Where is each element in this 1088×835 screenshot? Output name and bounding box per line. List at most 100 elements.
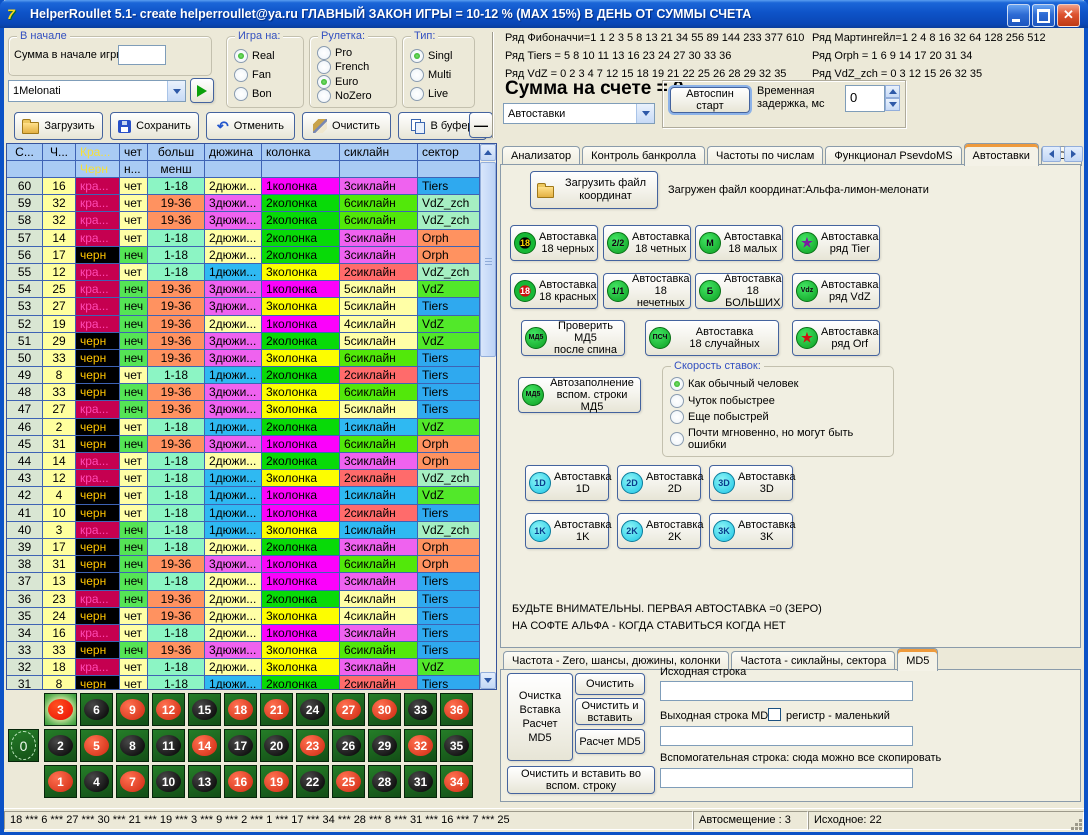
roulette-cell-16[interactable]: 16	[224, 765, 257, 798]
table-row[interactable]: 3917черннеч1-182дюжи...2колонка3сиклайнO…	[7, 539, 480, 556]
roulette-cell-32[interactable]: 32	[404, 729, 437, 762]
radio-euro[interactable]: Euro	[317, 75, 392, 89]
roulette-cell-17[interactable]: 17	[224, 729, 257, 762]
roulette-cell-14[interactable]: 14	[188, 729, 221, 762]
chevron-down-icon[interactable]	[636, 104, 654, 123]
roulette-cell-22[interactable]: 22	[296, 765, 329, 798]
roulette-cell-15[interactable]: 15	[188, 693, 221, 726]
table-row[interactable]: 3831черннеч19-363дюжи...1колонка6сиклайн…	[7, 556, 480, 573]
roulette-cell-35[interactable]: 35	[440, 729, 473, 762]
roulette-cell-21[interactable]: 21	[260, 693, 293, 726]
tab-контроль-банкролла[interactable]: Контроль банкролла	[582, 146, 705, 166]
radio-как-обычный-человек[interactable]: Как обычный человек	[670, 377, 889, 391]
stake-button-autostake-2d[interactable]: 2DАвтоставка2D	[617, 465, 701, 501]
roulette-cell-3[interactable]: 3	[44, 693, 77, 726]
roulette-cell-36[interactable]: 36	[440, 693, 473, 726]
stake-button-autostake-row-vdz[interactable]: VdzАвтоставкаряд VdZ	[792, 273, 880, 309]
roulette-cell-26[interactable]: 26	[332, 729, 365, 762]
roulette-cell-10[interactable]: 10	[152, 765, 185, 798]
spin-up-button[interactable]	[885, 85, 900, 98]
file-button-save[interactable]: Сохранить	[110, 112, 199, 140]
chevron-down-icon[interactable]	[167, 81, 185, 101]
start-sum-input[interactable]	[118, 45, 166, 65]
roulette-cell-18[interactable]: 18	[224, 693, 257, 726]
play-button[interactable]	[190, 78, 214, 103]
file-button-undo[interactable]: ↶Отменить	[206, 112, 295, 140]
stake-button-autostake-1d[interactable]: 1DАвтоставка1D	[525, 465, 609, 501]
roulette-cell-5[interactable]: 5	[80, 729, 113, 762]
clear-and-paste-button[interactable]: Очистить и вставить	[575, 698, 645, 725]
table-row[interactable]: 3524чернчет19-362дюжи...3колонка4сиклайн…	[7, 608, 480, 625]
table-row[interactable]: 3416кра...чет1-182дюжи...1колонка3сиклай…	[7, 625, 480, 642]
table-row[interactable]: 5512кра...чет1-181дюжи...3колонка2сиклай…	[7, 264, 480, 281]
stake-button-autostake-1k[interactable]: 1KАвтоставка1K	[525, 513, 609, 549]
spin-down-button[interactable]	[885, 98, 900, 111]
stake-button-autostake-18-random[interactable]: ПСЧАвтоставка18 случайных	[645, 320, 779, 356]
radio-multi[interactable]: Multi	[410, 68, 470, 82]
roulette-cell-34[interactable]: 34	[440, 765, 473, 798]
file-button-open-folder[interactable]: Загрузить	[14, 112, 103, 140]
roulette-cell-9[interactable]: 9	[116, 693, 149, 726]
table-row[interactable]: 462чернчет1-181дюжи...2колонка1сиклайнVd…	[7, 419, 480, 436]
stake-button-autofill-md5-string[interactable]: МД5Автозаполнениевспом. строки МД5	[518, 377, 641, 413]
stake-button-autostake-18-red[interactable]: 18Автоставка18 красных	[510, 273, 598, 309]
table-row[interactable]: 3713черннеч1-182дюжи...1колонка3сиклайнT…	[7, 573, 480, 590]
scroll-down-button[interactable]	[480, 672, 496, 689]
table-row[interactable]: 5129черннеч19-363дюжи...2колонка5сиклайн…	[7, 333, 480, 350]
table-row[interactable]: 424чернчет1-181дюжи...1колонка1сиклайнVd…	[7, 487, 480, 504]
roulette-cell-27[interactable]: 27	[332, 693, 365, 726]
table-row[interactable]: 5219кра...неч19-362дюжи...1колонка4сикла…	[7, 316, 480, 333]
scroll-up-button[interactable]	[480, 144, 496, 161]
clear-paste-calc-md5-button[interactable]: Очистка Вставка Расчет MD5	[507, 673, 573, 761]
table-row[interactable]: 3623кра...неч19-362дюжи...2колонка4сикла…	[7, 591, 480, 608]
radio-почти-мгновенно-но-могут-быть-ошибки[interactable]: Почти мгновенно, но могут быть ошибки	[670, 427, 889, 451]
mode-combobox[interactable]: Автоставки	[503, 103, 655, 124]
roulette-cell-19[interactable]: 19	[260, 765, 293, 798]
roulette-cell-2[interactable]: 2	[44, 729, 77, 762]
roulette-cell-4[interactable]: 4	[80, 765, 113, 798]
roulette-cell-20[interactable]: 20	[260, 729, 293, 762]
stake-button-autostake-18-big[interactable]: БАвтоставка18 БОЛЬШИХ	[695, 273, 783, 309]
roulette-cell-25[interactable]: 25	[332, 765, 365, 798]
tab-частота-сиклайны-сектора[interactable]: Частота - сиклайны, сектора	[731, 651, 895, 671]
radio-fan[interactable]: Fan	[234, 68, 299, 82]
table-row[interactable]: 3218кра...чет1-182дюжи...3колонка3сиклай…	[7, 659, 480, 676]
table-row[interactable]: 4833черннеч19-363дюжи...3колонка6сиклайн…	[7, 384, 480, 401]
table-row[interactable]: 5932кра...чет19-363дюжи...2колонка6сикла…	[7, 195, 480, 212]
roulette-cell-12[interactable]: 12	[152, 693, 185, 726]
tab-функционал-psevdoms[interactable]: Функционал PsevdoMS	[825, 146, 961, 166]
roulette-cell-1[interactable]: 1	[44, 765, 77, 798]
roulette-cell-13[interactable]: 13	[188, 765, 221, 798]
roulette-cell-24[interactable]: 24	[296, 693, 329, 726]
close-button[interactable]	[1057, 4, 1080, 27]
collapse-button[interactable]: —	[469, 112, 493, 138]
radio-pro[interactable]: Pro	[317, 46, 392, 60]
source-string-input[interactable]	[660, 681, 913, 701]
maximize-button[interactable]	[1032, 4, 1055, 27]
preset-combobox[interactable]: 1Melonati	[8, 80, 186, 102]
stake-button-autostake-row-tier[interactable]: ★Автоставкаряд Tier	[792, 225, 880, 261]
tab-md5[interactable]: MD5	[897, 648, 938, 671]
table-row[interactable]: 4110чернчет1-181дюжи...1колонка2сиклайнT…	[7, 505, 480, 522]
radio-nozero[interactable]: NoZero	[317, 89, 392, 103]
clear-button[interactable]: Очистить	[575, 673, 645, 695]
roulette-cell-0[interactable]: 0	[8, 729, 39, 762]
radio-bon[interactable]: Bon	[234, 87, 299, 101]
table-row[interactable]: 4727кра...неч19-363дюжи...3колонка5сикла…	[7, 401, 480, 418]
roulette-cell-33[interactable]: 33	[404, 693, 437, 726]
scrollbar-thumb[interactable]	[480, 162, 496, 357]
delay-input[interactable]: 0	[845, 85, 885, 112]
roulette-cell-6[interactable]: 6	[80, 693, 113, 726]
stake-button-autostake-18-small[interactable]: МАвтоставка18 малых	[695, 225, 783, 261]
roulette-cell-28[interactable]: 28	[368, 765, 401, 798]
table-row[interactable]: 6016кра...чет1-182дюжи...1колонка3сиклай…	[7, 178, 480, 195]
radio-чуток-побыстрее[interactable]: Чуток побыстрее	[670, 394, 889, 408]
table-row[interactable]: 5832кра...чет19-363дюжи...2колонка6сикла…	[7, 212, 480, 229]
table-row[interactable]: 5425кра...неч19-363дюжи...1колонка5сикла…	[7, 281, 480, 298]
roulette-cell-7[interactable]: 7	[116, 765, 149, 798]
table-row[interactable]: 318чернчет1-181дюжи...2колонка2сиклайнTi…	[7, 676, 480, 690]
lowercase-checkbox[interactable]	[768, 708, 781, 721]
output-string-input[interactable]	[660, 726, 913, 746]
roulette-cell-23[interactable]: 23	[296, 729, 329, 762]
autospin-start-button[interactable]: Автоспин старт	[670, 87, 750, 113]
